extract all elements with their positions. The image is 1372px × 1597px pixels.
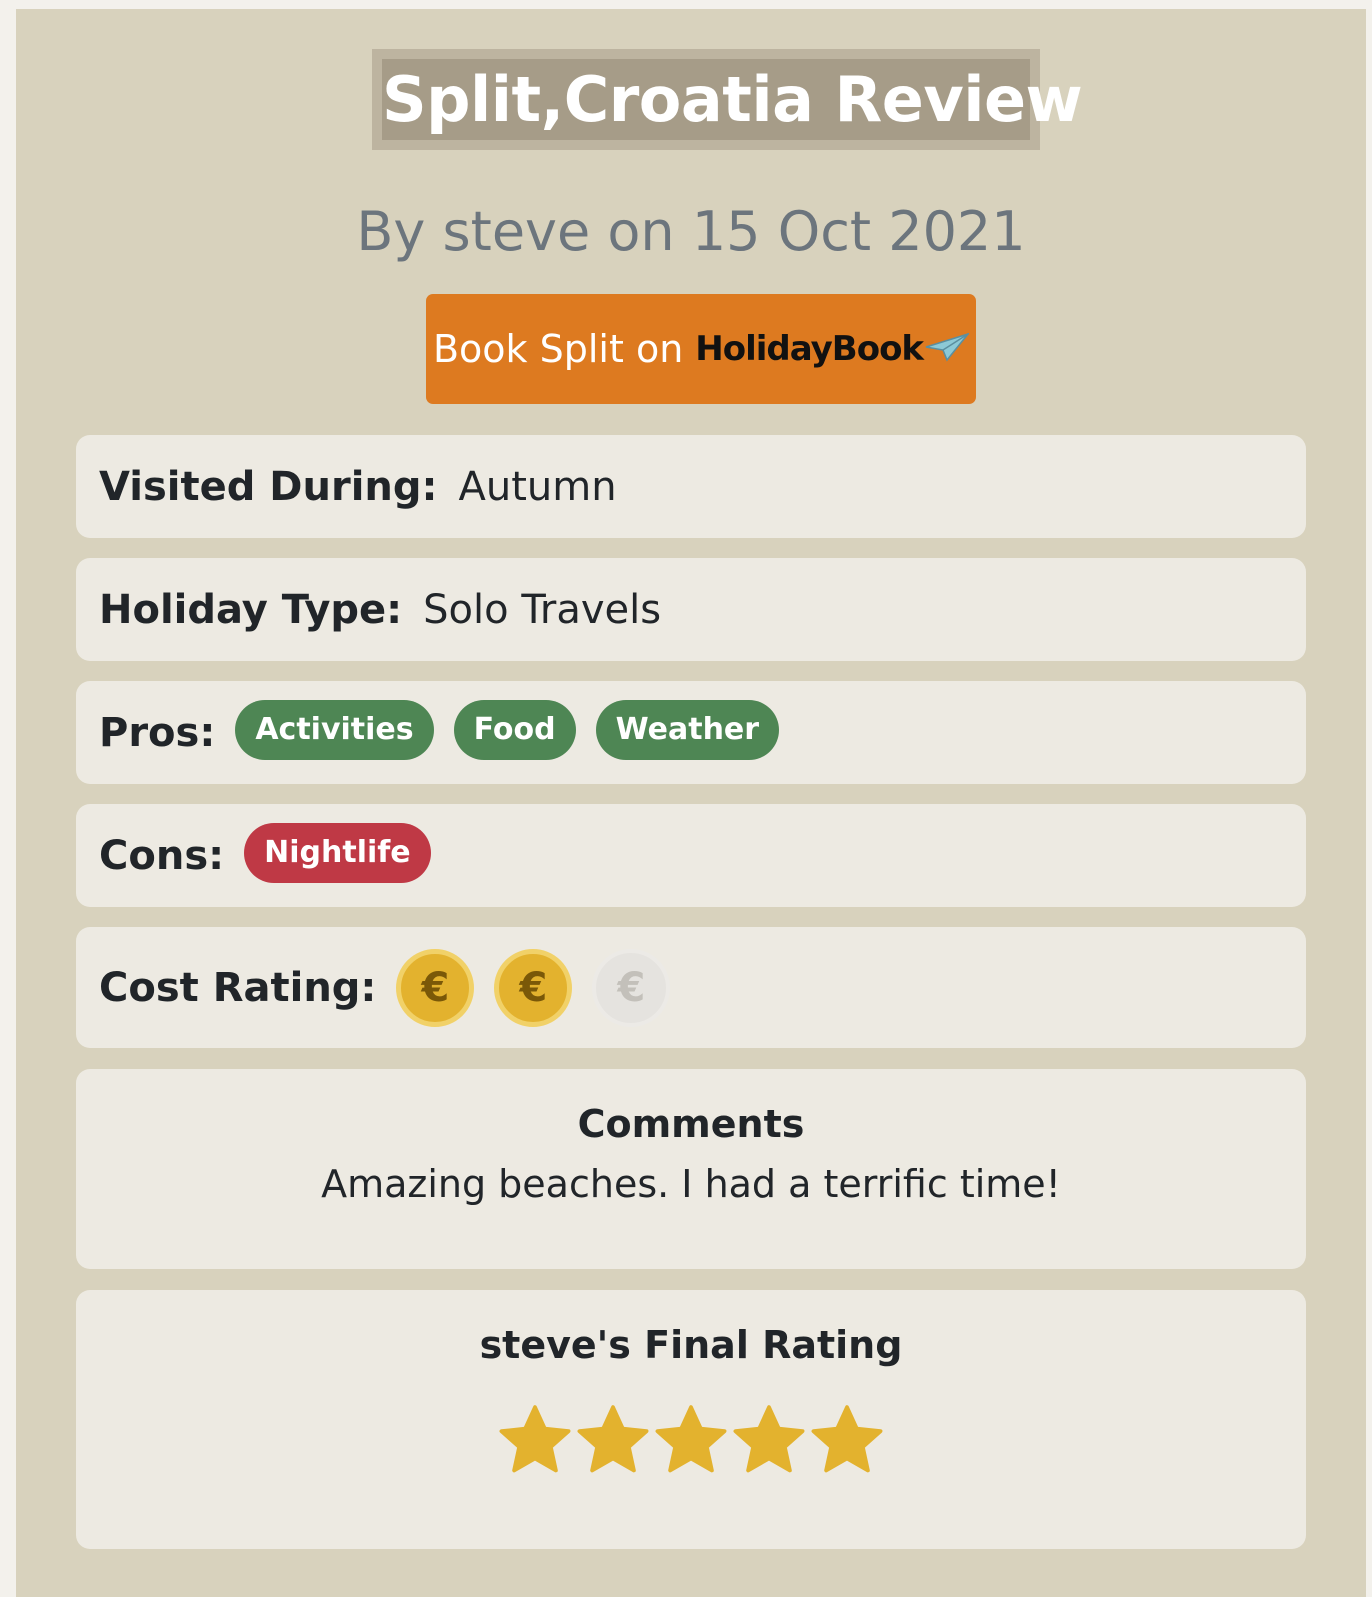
con-tag: Nightlife — [244, 822, 431, 883]
cost-rating-coins: € € € — [376, 948, 671, 1027]
visited-during-label: Visited During: — [99, 463, 438, 510]
pros-label: Pros: — [99, 709, 216, 756]
review-page: Split,Croatia Review By steve on 15 Oct … — [16, 9, 1366, 1597]
visited-during-card: Visited During: Autumn — [76, 435, 1306, 538]
book-holiday-button[interactable]: Book Split on HolidayBook — [426, 294, 976, 404]
euro-coin-filled-icon: € — [494, 948, 573, 1027]
pro-tag: Weather — [595, 699, 780, 760]
star-icon — [811, 1405, 883, 1473]
holiday-type-label: Holiday Type: — [99, 586, 403, 633]
cost-rating-card: Cost Rating: € € € — [76, 927, 1306, 1048]
comments-title: Comments — [577, 1102, 805, 1146]
page-title: Split,Croatia Review — [382, 59, 1083, 140]
pro-tag: Activities — [235, 699, 434, 760]
page-title-frame: Split,Croatia Review — [372, 49, 1083, 150]
holiday-type-value: Solo Travels — [423, 586, 662, 633]
review-byline: By steve on 15 Oct 2021 — [356, 200, 1026, 263]
cons-card: Cons: Nightlife — [76, 804, 1306, 907]
comments-text: Amazing beaches. I had a terrific time! — [321, 1162, 1061, 1206]
final-rating-title: steve's Final Rating — [479, 1323, 903, 1367]
final-rating-card: steve's Final Rating — [76, 1290, 1306, 1549]
euro-coin-filled-icon: € — [396, 948, 475, 1027]
comments-card: Comments Amazing beaches. I had a terrif… — [76, 1069, 1306, 1269]
star-icon — [733, 1405, 805, 1473]
book-button-label: Book Split on — [432, 327, 684, 371]
holidaybook-logo-text: HolidayBook — [695, 329, 924, 369]
pro-tag: Food — [453, 699, 576, 760]
pros-card: Pros: Activities Food Weather — [76, 681, 1306, 784]
euro-coin-empty-icon: € — [592, 948, 671, 1027]
final-rating-stars — [496, 1404, 886, 1478]
holiday-type-card: Holiday Type: Solo Travels — [76, 558, 1306, 661]
visited-during-value: Autumn — [458, 463, 617, 510]
cons-label: Cons: — [99, 832, 225, 879]
cost-rating-label: Cost Rating: — [99, 964, 377, 1011]
star-icon — [499, 1405, 571, 1473]
paper-plane-icon — [925, 327, 971, 371]
star-icon — [655, 1405, 727, 1473]
star-icon — [577, 1405, 649, 1473]
